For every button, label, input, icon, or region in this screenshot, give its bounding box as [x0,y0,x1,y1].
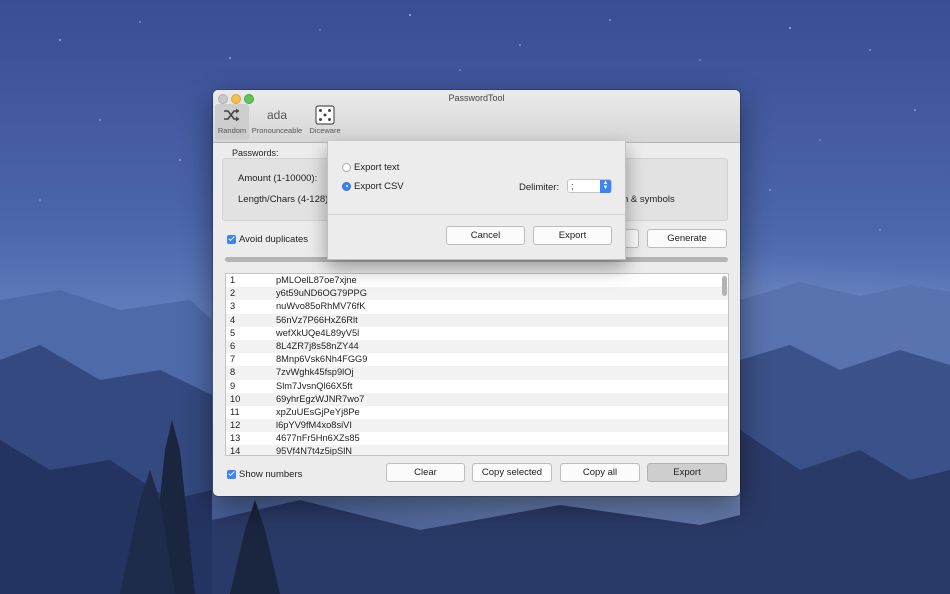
row-password: wefXkUQe4L89yV5l [276,327,360,338]
row-password: 69yhrEgzWJNR7wo7 [276,393,365,404]
list-item[interactable]: 9 Slm7JvsnQl66X5ft [226,380,728,393]
row-password: 4677nFr5Hn6XZs85 [276,433,360,444]
row-password: l6pYV9fM4xo8siVI [276,420,352,431]
row-password: nuWvo85oRhMV76fK [276,301,366,312]
avoid-duplicates-checkbox[interactable]: Avoid duplicates [227,234,308,245]
toolbar-pronounceable-label: Pronounceable [251,126,303,135]
row-password: 7zvWghk45fsp9lOj [276,367,354,378]
list-item[interactable]: 8 7zvWghk45fsp9lOj [226,366,728,380]
clear-button[interactable]: Clear [386,463,465,482]
list-item[interactable]: 7 8Mnp6Vsk6Nh4FGG9 [226,353,728,366]
copy-selected-button[interactable]: Copy selected [472,463,552,482]
pronounceable-icon: ada [266,108,288,122]
list-item[interactable]: 2 y6t59uND6OG79PPG [226,287,728,301]
toolbar-diceware-button[interactable]: Diceware [307,104,343,140]
title-bar: PasswordTool Random ada Pronounceable Di… [213,90,740,143]
list-scrollbar[interactable] [722,276,727,296]
row-number: 8 [230,367,236,378]
list-item[interactable]: 13 4677nFr5Hn6XZs85 [226,432,728,445]
list-item[interactable]: 12 l6pYV9fM4xo8siVI [226,419,728,433]
list-item[interactable]: 10 69yhrEgzWJNR7wo7 [226,392,728,406]
row-password: 8Mnp6Vsk6Nh4FGG9 [276,354,368,365]
row-number: 6 [230,340,236,351]
row-number: 11 [230,406,240,417]
checkbox-checked-icon [227,234,236,244]
row-number: 13 [230,433,241,444]
toolbar-random-button[interactable]: Random [215,104,249,140]
cancel-button[interactable]: Cancel [446,226,525,245]
export-button[interactable]: Export [647,463,727,482]
show-numbers-label: Show numbers [239,469,303,480]
export-sheet: Export text Export CSV Delimiter: ; ▲ ▼ C… [327,141,626,260]
list-item[interactable]: 4 56nVz7P66HxZ6Rlt [226,313,728,327]
list-item[interactable]: 14 95Vf4N7t4z5ipSlN [226,445,728,456]
chevron-updown-icon: ▲ ▼ [600,180,611,193]
show-numbers-checkbox[interactable]: Show numbers [227,469,302,480]
row-password: xpZuUEsGjPeYj8Pe [276,406,360,417]
row-number: 5 [230,327,236,338]
delimiter-value: ; [571,181,574,191]
delimiter-label: Delimiter: [519,182,560,193]
avoid-duplicates-label: Avoid duplicates [239,234,309,245]
list-item[interactable]: 1 pMLOelL87oe7xjne [226,274,728,287]
list-item[interactable]: 5 wefXkUQe4L89yV5l [226,327,728,340]
list-item[interactable]: 11 xpZuUEsGjPeYj8Pe [226,406,728,419]
row-number: 10 [230,393,241,404]
length-label: Length/Chars (4-128) [238,194,329,205]
list-item[interactable]: 3 nuWvo85oRhMV76fK [226,300,728,313]
toolbar-diceware-label: Diceware [309,126,341,135]
radio-selected-icon [342,181,351,191]
window-title: PasswordTool [448,93,505,103]
row-password: 56nVz7P66HxZ6Rlt [276,314,358,325]
toolbar-pronounceable-button[interactable]: ada Pronounceable [249,104,305,140]
row-password: 8L4ZR7j8s58nZY44 [276,340,359,351]
row-number: 7 [230,354,236,365]
generate-button[interactable]: Generate [647,229,727,248]
passwords-list[interactable]: 1 pMLOelL87oe7xjne 2 y6t59uND6OG79PPG 3 nuWvo… [225,273,729,456]
export-text-radio[interactable]: Export text [342,162,399,173]
toolbar-random-label: Random [217,126,247,135]
shuffle-icon [224,108,240,122]
row-password: 95Vf4N7t4z5ipSlN [276,446,352,456]
copy-all-button[interactable]: Copy all [560,463,640,482]
sheet-export-button[interactable]: Export [533,226,612,245]
row-password: pMLOelL87oe7xjne [276,275,357,285]
export-csv-label: Export CSV [354,181,404,192]
delimiter-select[interactable]: ; ▲ ▼ [567,179,612,193]
row-number: 9 [230,380,236,391]
passwords-group-label: Passwords: [232,148,279,158]
amount-label: Amount (1-10000): [238,173,318,184]
export-text-label: Export text [354,162,400,173]
radio-unselected-icon [342,162,351,172]
export-csv-radio[interactable]: Export CSV [342,181,404,192]
symbols-option-label: n & symbols [623,194,675,205]
row-password: y6t59uND6OG79PPG [276,288,367,299]
row-number: 3 [230,301,236,312]
row-number: 2 [230,288,236,299]
row-number: 4 [230,314,236,325]
row-number: 14 [230,446,241,456]
list-item[interactable]: 6 8L4ZR7j8s58nZY44 [226,339,728,354]
checkbox-checked-icon [227,469,236,479]
row-number: 12 [230,420,241,431]
row-number: 1 [230,275,236,285]
sheet-divider [328,214,625,215]
dice-icon [315,105,335,125]
row-password: Slm7JvsnQl66X5ft [276,380,353,391]
